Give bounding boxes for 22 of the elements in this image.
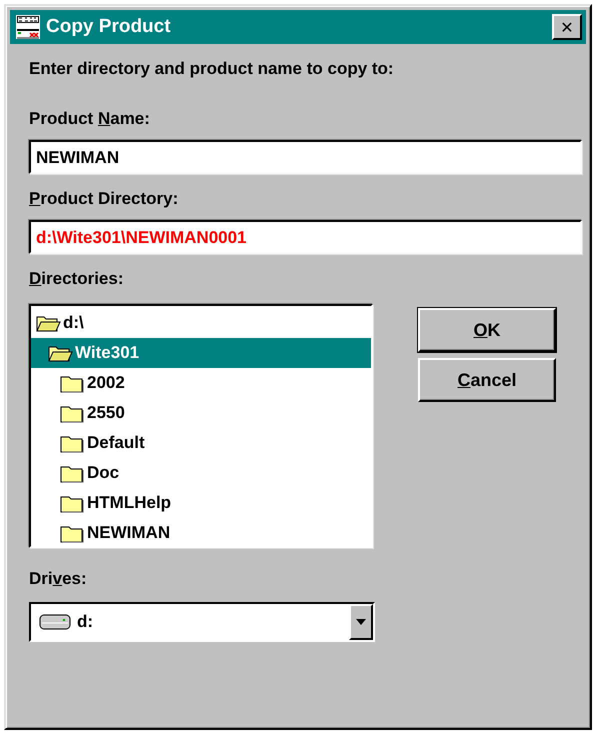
- product-name-field[interactable]: NEWIMAN: [29, 140, 582, 174]
- drive-icon: [39, 613, 71, 631]
- product-directory-field[interactable]: d:\Wite301\NEWIMAN0001: [29, 220, 582, 254]
- instruction-text: Enter directory and product name to copy to:: [29, 58, 395, 80]
- directory-item[interactable]: HTMLHelp: [31, 488, 371, 518]
- directory-item[interactable]: d:\: [31, 308, 371, 338]
- directory-item[interactable]: 2002: [31, 368, 371, 398]
- window-title: Copy Product: [46, 16, 171, 38]
- app-icon: [16, 15, 40, 39]
- field-label: Product Directory:: [29, 188, 180, 210]
- directory-item[interactable]: NEWIMAN: [31, 518, 371, 548]
- close-button[interactable]: ✕: [552, 14, 582, 40]
- drives-dropdown[interactable]: d:: [29, 602, 375, 642]
- directory-item[interactable]: 2550: [31, 398, 371, 428]
- ok-button[interactable]: OK: [418, 308, 556, 352]
- directory-item[interactable]: Doc: [31, 458, 371, 488]
- drives-label: Drives:: [29, 568, 88, 590]
- list-label: Directories:: [29, 268, 124, 290]
- cancel-button[interactable]: Cancel: [418, 358, 556, 402]
- directory-item[interactable]: Default: [31, 428, 371, 458]
- field-label: Product Name:: [29, 108, 151, 130]
- directory-item[interactable]: Wite301: [31, 338, 371, 368]
